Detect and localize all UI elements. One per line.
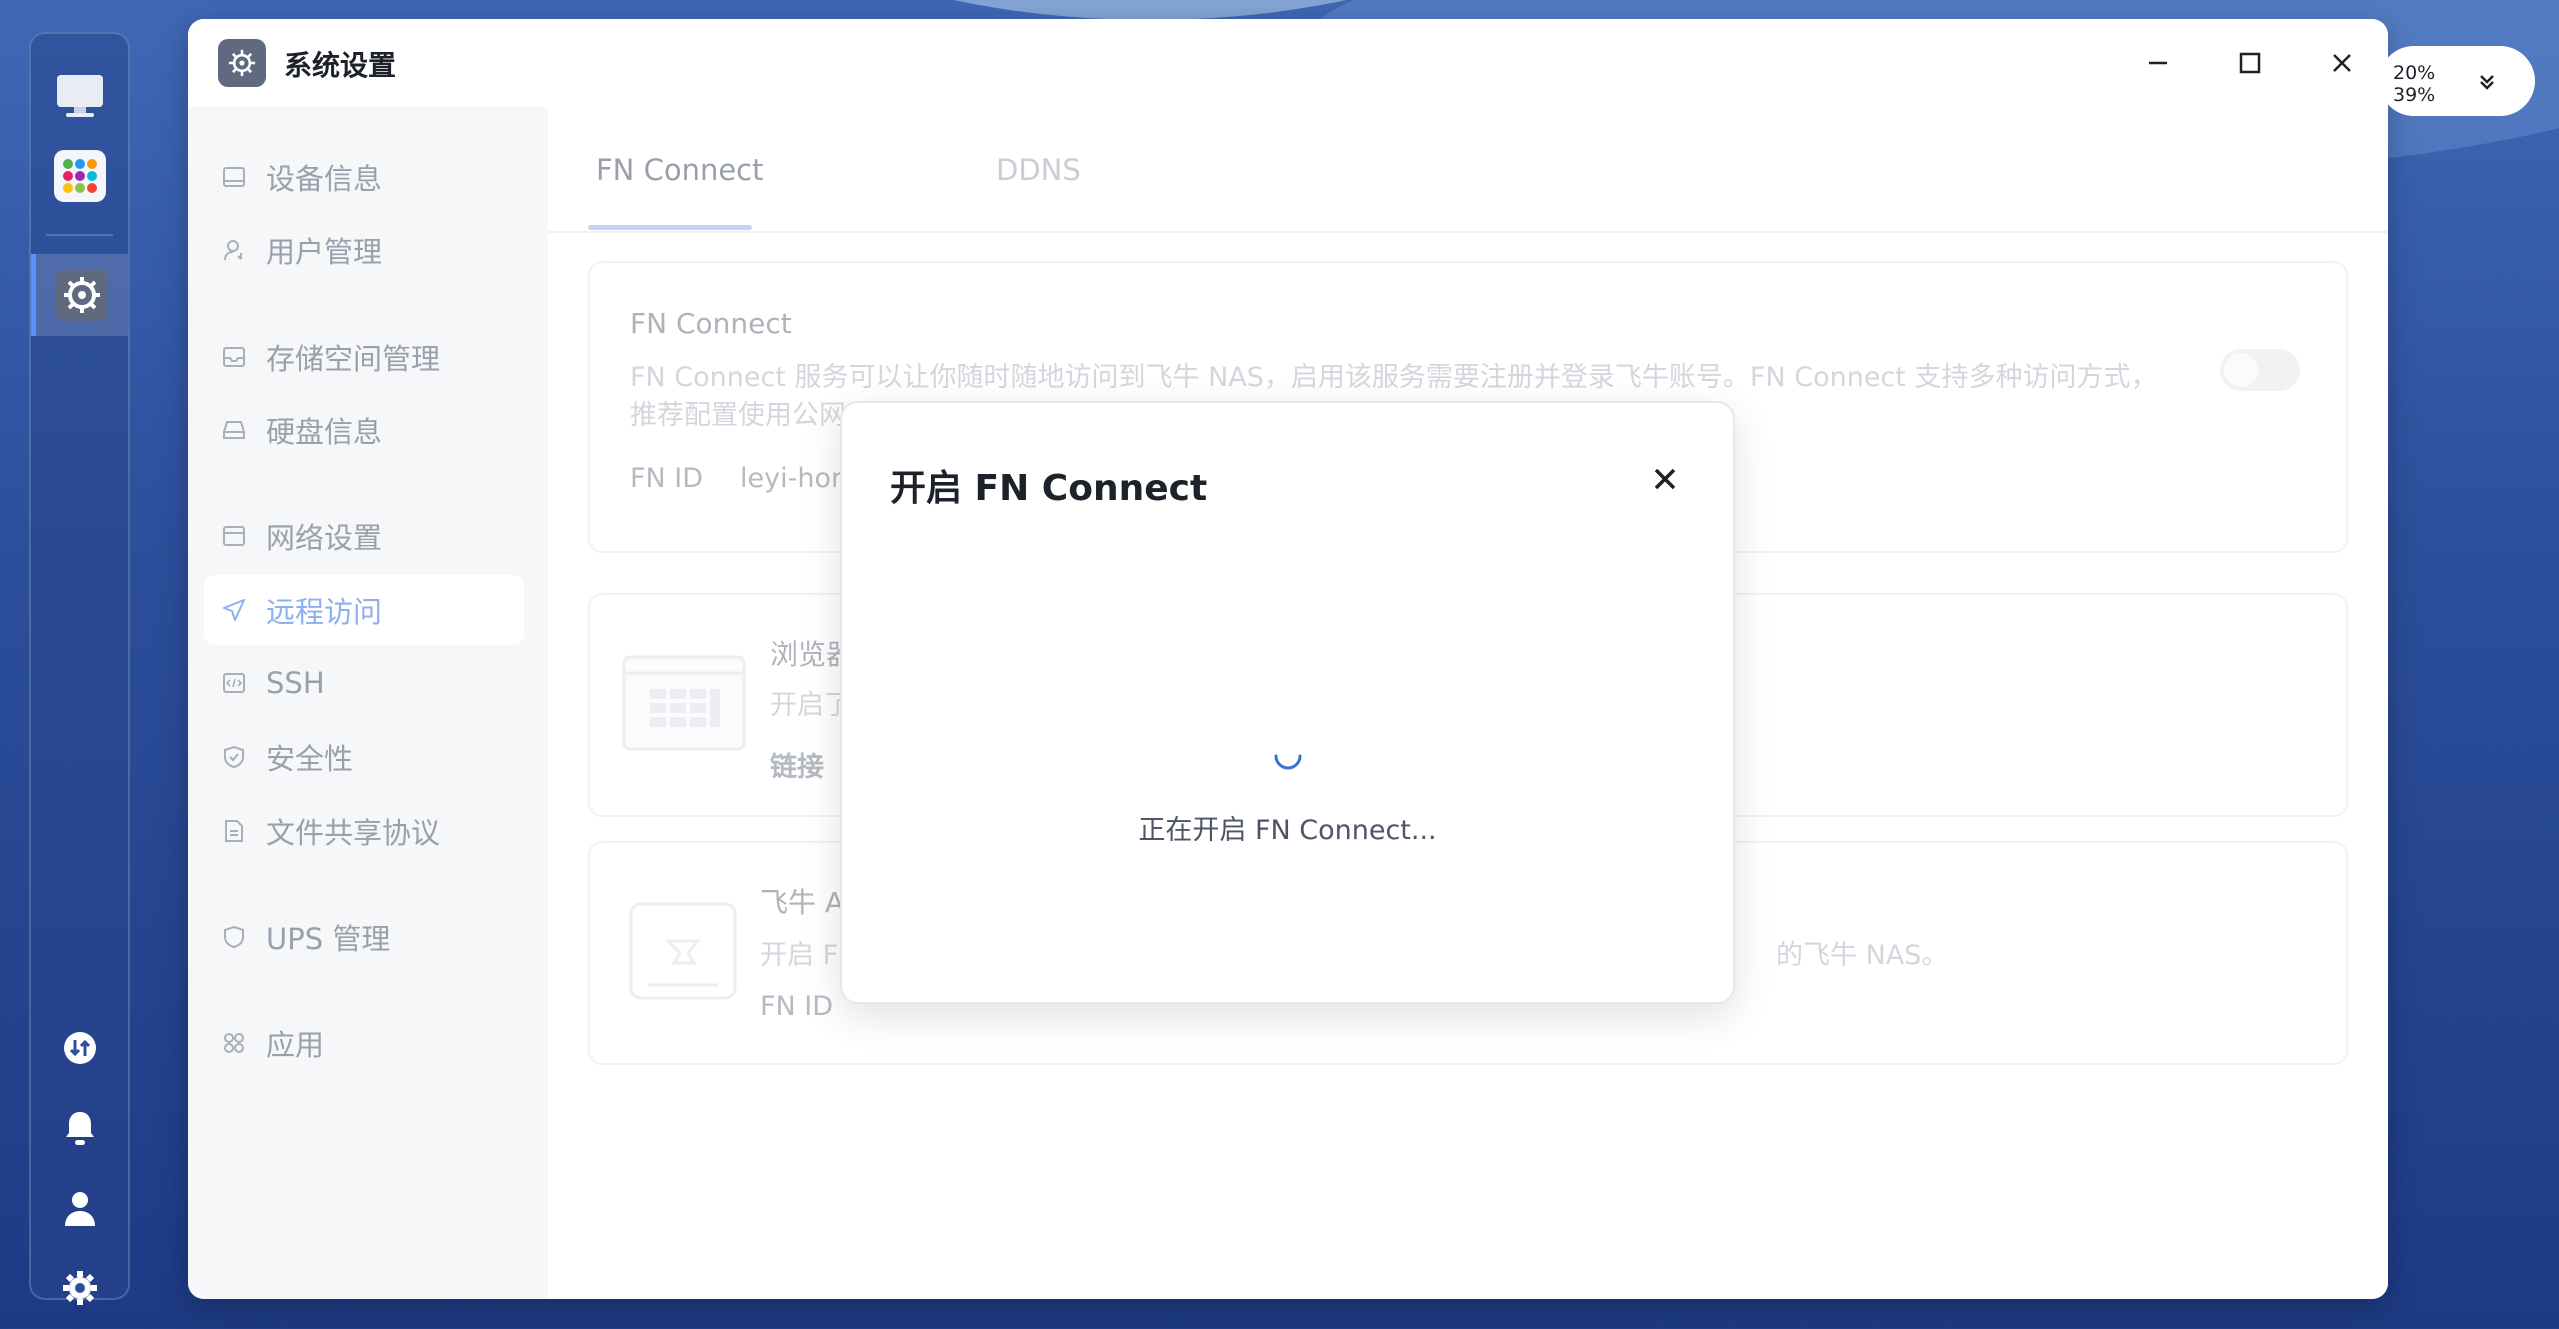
browser-illustration-icon xyxy=(622,655,746,751)
sidebar-item-label: 用户管理 xyxy=(266,235,383,269)
ups-icon xyxy=(220,923,248,951)
loading-spinner-icon xyxy=(1274,754,1302,770)
fn-id-label: FN ID xyxy=(630,463,704,494)
transfer-icon[interactable] xyxy=(31,1012,128,1084)
dialog-status-message: 正在开启 FN Connect... xyxy=(1138,815,1437,846)
maximize-button[interactable] xyxy=(2230,43,2270,83)
send-icon xyxy=(220,596,248,624)
dialog-close-button[interactable] xyxy=(1645,459,1685,499)
window-title: 系统设置 xyxy=(284,49,397,82)
card-title: 飞牛 A xyxy=(760,886,845,919)
memory-usage: 39% xyxy=(2393,84,2436,106)
sidebar-item-label: SSH xyxy=(266,666,325,700)
app-center-icon[interactable] xyxy=(31,140,128,212)
sidebar-item-label: 远程访问 xyxy=(266,595,383,629)
settings-app-icon xyxy=(218,39,266,87)
sidebar-item-device-info[interactable]: 设备信息 xyxy=(204,142,524,212)
sidebar-item-network[interactable]: 网络设置 xyxy=(204,501,524,571)
sidebar-item-disk-info[interactable]: 硬盘信息 xyxy=(204,395,524,465)
dialog-title: 开启 FN Connect xyxy=(890,468,1208,509)
bell-icon[interactable] xyxy=(31,1092,128,1164)
tab-ddns[interactable]: DDNS xyxy=(996,153,1081,187)
desktop-icon[interactable] xyxy=(31,60,128,132)
sidebar-item-storage[interactable]: 存储空间管理 xyxy=(204,322,524,392)
tab-bar: FN Connect DDNS xyxy=(548,107,2388,233)
link-label: 链接 xyxy=(770,752,824,783)
sidebar-item-label: 网络设置 xyxy=(266,521,383,555)
sidebar-item-remote-access[interactable]: 远程访问 xyxy=(204,575,524,645)
enable-fn-connect-dialog: 开启 FN Connect 正在开启 FN Connect... xyxy=(840,401,1735,1004)
sidebar-item-security[interactable]: 安全性 xyxy=(204,722,524,792)
sidebar-item-ssh[interactable]: SSH xyxy=(204,648,524,718)
disk-icon xyxy=(220,416,248,444)
close-button[interactable] xyxy=(2322,43,2362,83)
user-account-icon[interactable] xyxy=(31,1172,128,1244)
monitor-icon xyxy=(220,163,248,191)
app-illustration-icon xyxy=(629,902,737,1000)
sidebar-item-file-sharing[interactable]: 文件共享协议 xyxy=(204,796,524,866)
shield-check-icon xyxy=(220,743,248,771)
code-icon xyxy=(220,669,248,697)
sidebar-item-label: UPS 管理 xyxy=(266,922,391,956)
card-title: FN Connect xyxy=(630,307,792,340)
card-description: 开启了 xyxy=(770,690,851,721)
fn-id-label: FN ID xyxy=(760,991,834,1022)
sidebar-item-label: 设备信息 xyxy=(266,162,383,196)
cpu-usage: 20% xyxy=(2393,62,2436,84)
card-description: 开启 F xyxy=(760,940,839,971)
sidebar-item-label: 安全性 xyxy=(266,742,354,776)
sidebar-item-ups[interactable]: UPS 管理 xyxy=(204,902,524,972)
sidebar-item-apps[interactable]: 应用 xyxy=(204,1008,524,1078)
active-tab-indicator xyxy=(588,225,752,230)
fn-connect-toggle[interactable] xyxy=(2220,349,2300,391)
sidebar-item-label: 文件共享协议 xyxy=(266,816,441,850)
sidebar: 设备信息 用户管理 存储空间管理 硬盘信息 网络设置 远程访问 SSH 安全性 xyxy=(188,107,548,1299)
sidebar-item-user-management[interactable]: 用户管理 xyxy=(204,215,524,285)
title-bar[interactable]: 系统设置 xyxy=(188,19,2388,107)
sidebar-item-label: 应用 xyxy=(266,1028,325,1062)
sidebar-item-label: 存储空间管理 xyxy=(266,342,441,376)
minimize-button[interactable] xyxy=(2138,43,2178,83)
storage-icon xyxy=(220,343,248,371)
settings-app-icon[interactable] xyxy=(31,254,128,336)
user-icon xyxy=(220,236,248,264)
apps-icon xyxy=(220,1029,248,1057)
file-icon xyxy=(220,817,248,845)
card-description-line1: FN Connect 服务可以让你随时随地访问到飞牛 NAS，启用该服务需要注册… xyxy=(630,362,2158,393)
card-description-end: 的飞牛 NAS。 xyxy=(1776,940,1949,971)
sidebar-item-label: 硬盘信息 xyxy=(266,415,383,449)
gear-icon[interactable] xyxy=(31,1252,128,1324)
chevron-down-icon[interactable] xyxy=(2469,64,2505,100)
fn-id-value: leyi-hon xyxy=(740,463,849,494)
system-monitor-widget[interactable]: 20% 39% xyxy=(2379,46,2535,116)
network-icon xyxy=(220,522,248,550)
dock xyxy=(29,32,130,1305)
tab-fn-connect[interactable]: FN Connect xyxy=(596,153,764,187)
